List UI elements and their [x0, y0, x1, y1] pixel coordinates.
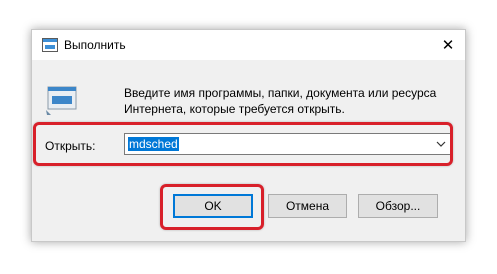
close-button[interactable]: ✕ [431, 30, 465, 60]
ok-button-label: OK [204, 199, 222, 213]
ok-button[interactable]: OK [173, 194, 253, 218]
title-bar[interactable]: Выполнить ✕ [32, 30, 465, 60]
open-label: Открыть: [45, 139, 96, 153]
cancel-button[interactable]: Отмена [268, 194, 347, 218]
dialog-description: Введите имя программы, папки, документа … [124, 86, 437, 116]
browse-button-label: Обзор... [375, 199, 421, 213]
run-app-icon [42, 38, 58, 52]
open-input-value[interactable]: mdsched [128, 137, 179, 151]
window-title: Выполнить [64, 38, 126, 52]
browse-button[interactable]: Обзор... [358, 194, 438, 218]
chevron-down-icon[interactable] [435, 138, 447, 150]
cancel-button-label: Отмена [285, 199, 330, 213]
close-icon: ✕ [441, 37, 455, 54]
run-program-icon [46, 86, 77, 115]
open-combobox[interactable]: mdsched [124, 133, 451, 155]
run-dialog: Выполнить ✕ Введите имя программы, папки… [31, 29, 466, 242]
